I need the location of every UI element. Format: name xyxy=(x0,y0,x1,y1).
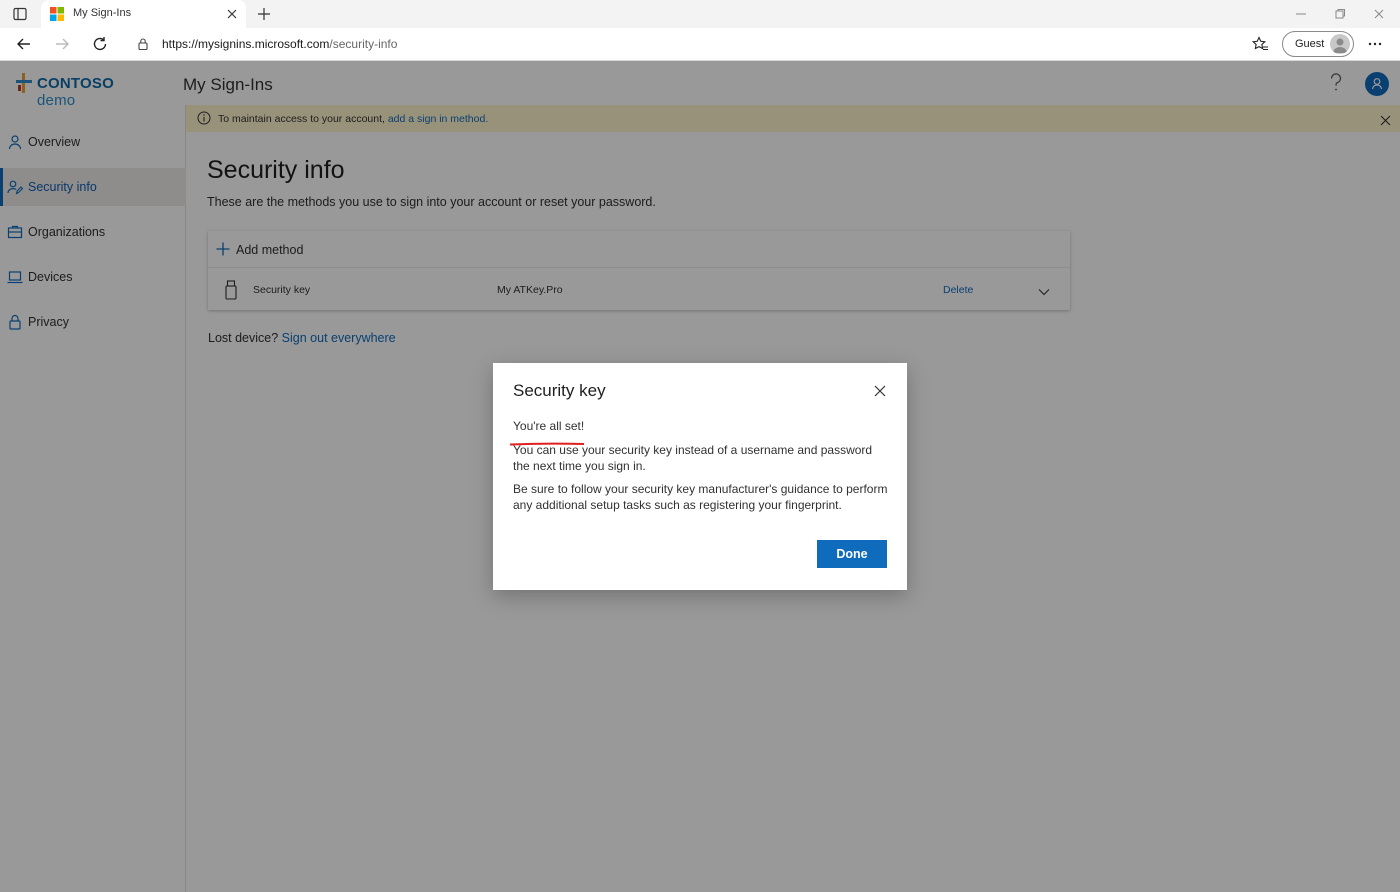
tab-title: My Sign-Ins xyxy=(73,7,132,19)
address-bar[interactable]: https://mysignins.microsoft.com/security… xyxy=(126,31,1236,57)
url-path: /security-info xyxy=(329,37,398,51)
guest-avatar-icon xyxy=(1330,34,1350,54)
tab-actions-icon[interactable] xyxy=(12,6,28,22)
done-button[interactable]: Done xyxy=(817,540,887,568)
red-underline-annotation xyxy=(509,433,585,446)
minimize-icon[interactable] xyxy=(1294,7,1308,21)
dialog-paragraph-2: Be sure to follow your security key manu… xyxy=(513,482,888,512)
url-text: https://mysignins.microsoft.com/security… xyxy=(162,37,397,51)
close-icon[interactable] xyxy=(874,384,886,397)
forward-arrow-icon[interactable] xyxy=(53,35,71,53)
dialog-heading: You're all set! xyxy=(513,419,585,433)
browser-toolbar: https://mysignins.microsoft.com/security… xyxy=(0,28,1400,61)
microsoft-logo-icon xyxy=(50,7,64,21)
dialog-paragraph-1: You can use your security key instead of… xyxy=(513,443,873,473)
browser-tab-bar: My Sign-Ins xyxy=(0,0,1400,28)
back-arrow-icon[interactable] xyxy=(15,35,33,53)
restore-icon[interactable] xyxy=(1333,7,1347,21)
close-tab-icon[interactable] xyxy=(224,6,240,22)
favorites-icon[interactable] xyxy=(1251,35,1269,53)
dialog-title: Security key xyxy=(513,381,606,400)
profile-button[interactable]: Guest xyxy=(1282,31,1354,57)
padlock-icon[interactable] xyxy=(136,37,150,51)
browser-tab[interactable]: My Sign-Ins xyxy=(41,0,246,28)
url-host: https://mysignins.microsoft.com xyxy=(162,37,330,51)
more-options-icon[interactable] xyxy=(1366,35,1384,53)
security-key-dialog: Security key You're all set! You can use… xyxy=(493,363,907,590)
profile-label: Guest xyxy=(1295,38,1325,50)
close-window-icon[interactable] xyxy=(1372,7,1386,21)
new-tab-icon[interactable] xyxy=(255,5,273,23)
refresh-icon[interactable] xyxy=(91,35,109,53)
